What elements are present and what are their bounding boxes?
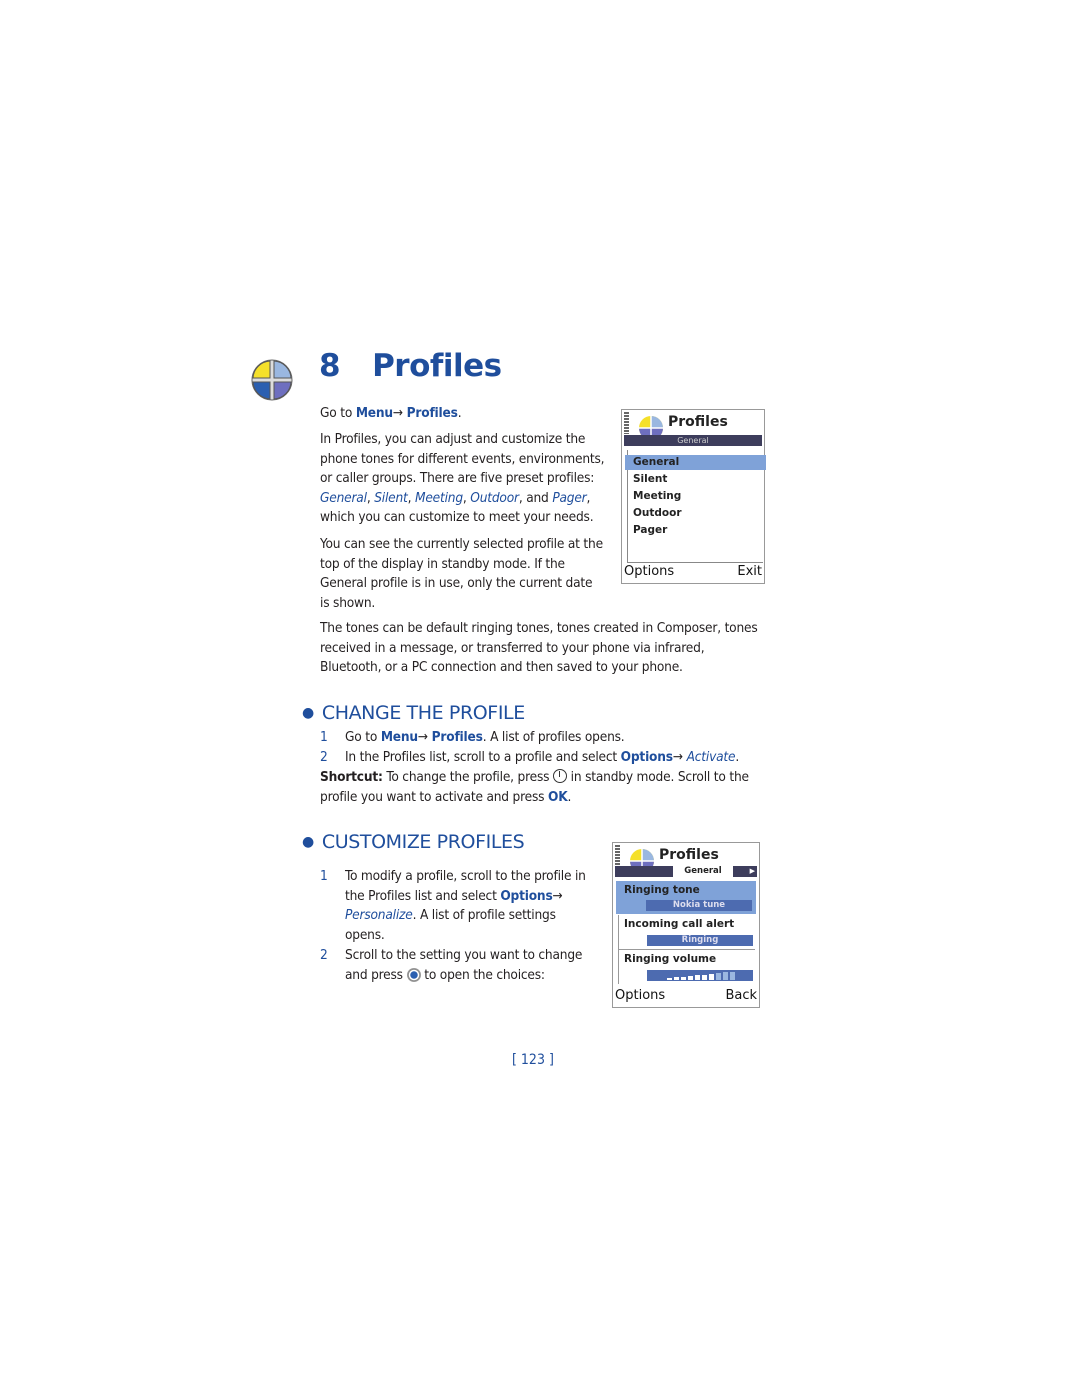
manual-page: 8 Profiles Go to Menu→ Profiles. In Profi… — [0, 0, 1080, 1397]
profiles-list-screenshot: Profiles General General Silent Meeting … — [621, 409, 766, 584]
volume-step — [667, 978, 672, 980]
setting-label: Ringing volume — [624, 953, 717, 965]
tones-paragraph: The tones can be default ringing tones, … — [320, 620, 758, 676]
tab-right-arrow-icon[interactable]: ▶ — [750, 867, 755, 875]
screen-subtitle: General — [624, 435, 762, 446]
volume-step — [723, 972, 728, 980]
volume-step — [674, 977, 679, 980]
signal-indicator-icon — [615, 845, 620, 865]
profile-item-pager[interactable]: Pager — [633, 524, 667, 536]
volume-step — [695, 975, 700, 980]
customize-step-2: 2 Scroll to the setting you want to chang… — [320, 947, 583, 983]
volume-bar[interactable] — [647, 970, 753, 981]
screen-title: Profiles — [659, 847, 719, 863]
setting-ringing-volume[interactable]: Ringing volume — [618, 950, 755, 984]
goto-instruction: Go to Menu→ Profiles. — [320, 405, 462, 421]
customize-profiles-heading: ● CUSTOMIZE PROFILES — [302, 831, 525, 853]
exit-softkey[interactable]: Exit — [737, 564, 762, 579]
navigation-key-icon — [406, 967, 421, 982]
profile-item-outdoor[interactable]: Outdoor — [633, 507, 682, 519]
volume-step — [716, 973, 721, 980]
chapter-title: 8 Profiles — [319, 348, 502, 384]
volume-step — [709, 973, 714, 980]
options-softkey[interactable]: Options — [615, 988, 665, 1003]
screen-title: Profiles — [668, 414, 728, 430]
setting-ringing-tone[interactable]: Ringing tone Nokia tune — [616, 881, 756, 914]
page-number: [ 123 ] — [512, 1052, 554, 1068]
change-step-2: 2 In the Profiles list, scroll to a profi… — [320, 749, 740, 765]
customize-step-1: 1 To modify a profile, scroll to the prof… — [320, 868, 586, 943]
profile-settings-screenshot: Profiles General ▶ Ringing tone Nokia tu… — [612, 842, 760, 1008]
setting-incoming-call-alert[interactable]: Incoming call alert Ringing — [618, 915, 755, 950]
signal-indicator-icon — [624, 412, 629, 434]
profile-item-meeting[interactable]: Meeting — [633, 490, 681, 502]
change-profile-heading: ● CHANGE THE PROFILE — [302, 702, 525, 724]
setting-label: Ringing tone — [624, 884, 700, 896]
power-key-icon — [552, 769, 567, 783]
subtitle-tab: General — [673, 866, 733, 877]
setting-label: Incoming call alert — [624, 918, 735, 930]
back-softkey[interactable]: Back — [725, 988, 757, 1003]
options-softkey[interactable]: Options — [624, 564, 674, 579]
intro-paragraph: In Profiles, you can adjust and customiz… — [320, 431, 605, 526]
volume-step — [688, 975, 693, 980]
setting-value: Ringing — [647, 935, 753, 946]
setting-value: Nokia tune — [646, 900, 752, 911]
volume-step — [730, 971, 735, 980]
standby-paragraph: You can see the currently selected profi… — [320, 536, 603, 611]
shortcut-note: Shortcut: To change the profile, press i… — [320, 769, 749, 805]
profile-item-general[interactable]: General — [625, 455, 766, 470]
volume-step — [681, 976, 686, 980]
profiles-chapter-icon — [251, 359, 293, 401]
profile-item-silent[interactable]: Silent — [633, 473, 667, 485]
change-step-1: 1 Go to Menu→ Profiles. A list of profile… — [320, 729, 625, 745]
volume-step — [702, 974, 707, 980]
